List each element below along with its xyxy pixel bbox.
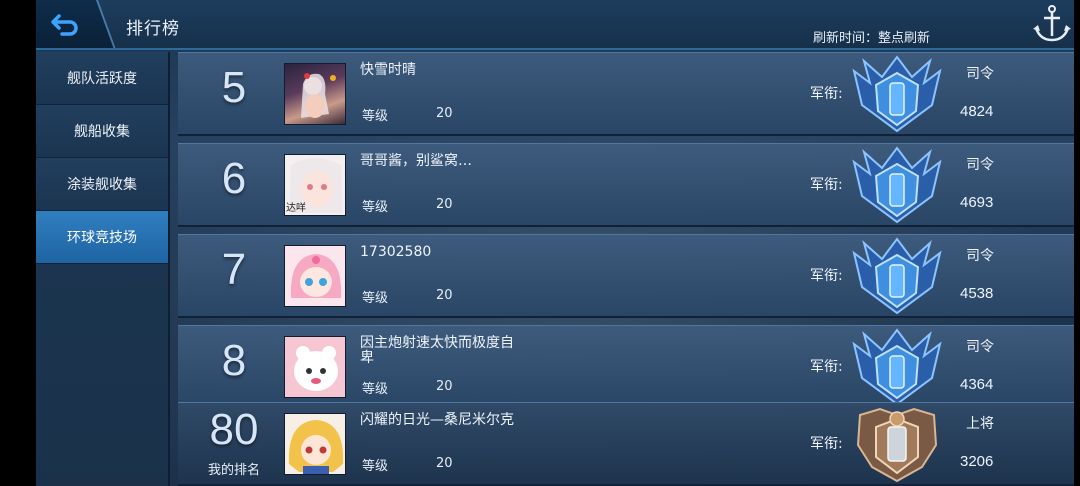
level-value: 20 [436, 288, 453, 303]
level-label: 等级 [362, 200, 389, 215]
avatar[interactable] [284, 63, 346, 125]
level-value: 20 [436, 379, 453, 394]
commander-emblem-icon [852, 146, 942, 224]
level-value: 20 [436, 456, 453, 471]
rank-points: 4693 [960, 194, 994, 211]
military-rank-label: 军衔: [810, 436, 843, 452]
rank-number: 5 [221, 63, 247, 112]
level-value: 20 [436, 197, 453, 212]
rank-title: 司令 [966, 339, 994, 355]
sidebar-item-ship-collection[interactable]: 舰船收集 [36, 105, 168, 158]
rank-number: 8 [221, 336, 247, 385]
my-rank-label: 我的排名 [207, 463, 260, 478]
rank-title: 司令 [966, 157, 994, 173]
player-name: 闪耀的日光—桑尼米尔克 [360, 412, 514, 428]
page-title: 排行榜 [126, 19, 180, 39]
player-name: 17302580 [360, 244, 432, 260]
ranking-row[interactable]: 5 快雪时晴 等级 20 军衔: 司令 4824 [178, 52, 1074, 136]
rank-title: 司令 [966, 248, 994, 264]
military-rank-label: 军衔: [810, 359, 843, 375]
commander-emblem-icon [852, 328, 942, 406]
ranking-row[interactable]: 6 达咩 哥哥酱，别鲨窝… 等级 20 军衔: 司令 4693 [178, 143, 1074, 227]
player-name: 哥哥酱，别鲨窝… [360, 153, 472, 169]
military-rank-label: 军衔: [810, 86, 843, 102]
rank-number: 6 [221, 154, 247, 203]
sidebar-item-global-arena[interactable]: 环球竞技场 [36, 211, 168, 264]
ranking-list: 5 快雪时晴 等级 20 军衔: 司令 4824 6 达咩 哥哥酱，别鲨窝… 等… [178, 52, 1074, 486]
sidebar-item-fleet-activity[interactable]: 舰队活跃度 [36, 52, 168, 105]
level-label: 等级 [362, 382, 389, 397]
my-ranking-row[interactable]: 80 我的排名 闪耀的日光—桑尼米尔克 等级 20 军衔: 上将 3206 [178, 402, 1074, 486]
avatar[interactable]: 达咩 [284, 154, 346, 216]
rank-title: 上将 [966, 416, 994, 432]
rank-points: 4824 [960, 103, 994, 120]
right-screen-edge [1074, 0, 1080, 486]
admiral-emblem-icon [856, 407, 938, 483]
commander-emblem-icon [852, 237, 942, 315]
commander-emblem-icon [852, 55, 942, 133]
rank-title: 司令 [966, 66, 994, 82]
header-bar: 排行榜 刷新时间：整点刷新 [36, 0, 1074, 50]
level-label: 等级 [362, 291, 389, 306]
avatar[interactable] [284, 336, 346, 398]
rank-number: 7 [221, 245, 247, 294]
avatar-caption: 达咩 [286, 203, 306, 214]
anchor-icon[interactable] [1030, 2, 1074, 46]
back-arrow-icon [51, 14, 78, 36]
rank-points: 4364 [960, 376, 994, 393]
sidebar-item-skin-collection[interactable]: 涂装舰收集 [36, 158, 168, 211]
level-label: 等级 [362, 459, 389, 474]
my-rank-number: 80 [209, 405, 259, 454]
avatar[interactable] [284, 413, 346, 475]
category-sidebar: 舰队活跃度 舰船收集 涂装舰收集 环球竞技场 [36, 52, 170, 486]
military-rank-label: 军衔: [810, 177, 843, 193]
rank-points: 4538 [960, 285, 994, 302]
level-value: 20 [436, 106, 453, 121]
refresh-time-text: 刷新时间：整点刷新 [813, 31, 931, 46]
ranking-row[interactable]: 7 17302580 等级 20 军衔: 司令 4538 [178, 234, 1074, 318]
rank-points: 3206 [960, 453, 994, 470]
player-name: 快雪时晴 [360, 62, 416, 78]
ranking-row[interactable]: 8 因主炮射速太快而极度自卑 等级 20 军衔: 司令 4364 [178, 325, 1074, 409]
left-screen-edge [0, 0, 36, 486]
player-name: 因主炮射速太快而极度自卑 [360, 335, 514, 366]
leaderboard-screen: 排行榜 刷新时间：整点刷新 舰队活跃度 舰船收集 涂装舰收集 环球竞技场 5 快… [36, 0, 1074, 486]
level-label: 等级 [362, 109, 389, 124]
avatar[interactable] [284, 245, 346, 307]
military-rank-label: 军衔: [810, 268, 843, 284]
